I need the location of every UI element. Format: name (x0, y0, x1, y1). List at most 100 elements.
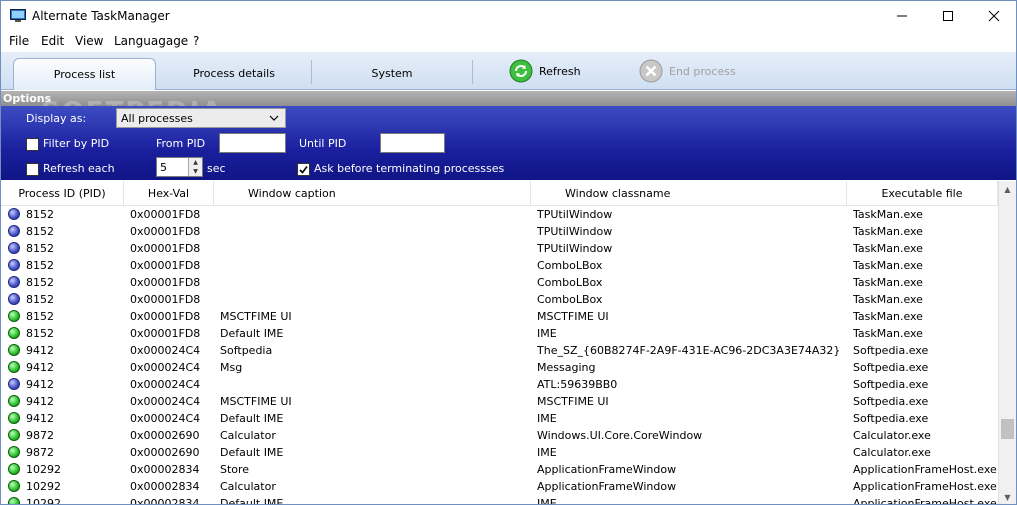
close-button[interactable] (971, 1, 1016, 31)
column-header-pid[interactable]: Process ID (PID) (1, 181, 124, 206)
table-row[interactable]: 8152 0x00001FD8 TPUtilWindow TaskMan.exe (1, 223, 998, 240)
stepper-down-icon[interactable]: ▼ (189, 167, 202, 176)
cell-exe: Softpedia.exe (853, 412, 929, 425)
refresh-button[interactable]: Refresh (509, 58, 581, 84)
column-header-hex[interactable]: Hex-Val (124, 181, 214, 206)
cell-classname: IME (537, 327, 557, 340)
process-rows: 8152 0x00001FD8 TPUtilWindow TaskMan.exe 815… (1, 206, 998, 505)
cell-hex: 0x00001FD8 (130, 276, 201, 289)
refresh-interval-stepper[interactable]: 5 ▲ ▼ (156, 157, 203, 177)
cell-caption: Default IME (220, 412, 284, 425)
table-row[interactable]: 8152 0x00001FD8 MSCTFIME UI MSCTFIME UI Task… (1, 308, 998, 325)
refresh-each-checkbox[interactable] (26, 163, 39, 176)
menu-view[interactable]: View (75, 34, 103, 48)
tab-system[interactable]: System (313, 56, 471, 90)
cell-hex: 0x000024C4 (130, 395, 201, 408)
cell-pid: 8152 (26, 310, 54, 323)
cell-caption: Store (220, 463, 250, 476)
options-panel: Display as: All processes Filter by PID … (1, 106, 1016, 180)
scroll-up-icon[interactable]: ▲ (999, 181, 1016, 198)
refresh-label: Refresh (539, 64, 581, 78)
cell-hex: 0x00002834 (130, 480, 200, 493)
table-row[interactable]: 8152 0x00001FD8 TPUtilWindow TaskMan.exe (1, 206, 998, 223)
cell-hex: 0x00001FD8 (130, 293, 201, 306)
cell-classname: ComboLBox (537, 259, 603, 272)
table-row[interactable]: 10292 0x00002834 Default IME IME Application… (1, 495, 998, 505)
display-as-select[interactable]: All processes (116, 108, 286, 128)
hidden-window-status-icon (8, 378, 20, 390)
cell-classname: ApplicationFrameWindow (537, 463, 677, 476)
cell-exe: TaskMan.exe (853, 225, 923, 238)
stepper-up-icon[interactable]: ▲ (189, 158, 202, 167)
hidden-window-status-icon (8, 242, 20, 254)
column-header-classname[interactable]: Window classname (531, 181, 847, 206)
visible-window-status-icon (8, 395, 20, 407)
tab-separator (472, 60, 473, 84)
cell-pid: 8152 (26, 293, 54, 306)
cell-hex: 0x00002690 (130, 429, 200, 442)
scroll-down-icon[interactable]: ▼ (999, 489, 1016, 504)
cell-hex: 0x00001FD8 (130, 310, 201, 323)
hidden-window-status-icon (8, 293, 20, 305)
table-row[interactable]: 9872 0x00002690 Default IME IME Calculator.e… (1, 444, 998, 461)
hidden-window-status-icon (8, 259, 20, 271)
until-pid-input[interactable] (380, 133, 445, 153)
table-row[interactable]: 9412 0x000024C4 ATL:59639BB0 Softpedia.exe (1, 376, 998, 393)
close-icon (988, 10, 1000, 22)
tab-separator (311, 60, 312, 84)
cell-caption: Default IME (220, 446, 284, 459)
column-header-exe[interactable]: Executable file (847, 181, 998, 206)
table-row[interactable]: 10292 0x00002834 Store ApplicationFrameWind… (1, 461, 998, 478)
cell-classname: IME (537, 497, 557, 505)
cell-pid: 9412 (26, 361, 54, 374)
vertical-scrollbar[interactable]: ▲ ▼ (998, 181, 1016, 504)
table-row[interactable]: 9412 0x000024C4 MSCTFIME UI MSCTFIME UI Soft… (1, 393, 998, 410)
cell-exe: Calculator.exe (853, 446, 931, 459)
cell-exe: Softpedia.exe (853, 378, 929, 391)
cell-caption: Calculator (220, 480, 276, 493)
app-monitor-icon (10, 9, 26, 22)
table-row[interactable]: 9872 0x00002690 Calculator Windows.UI.Core.… (1, 427, 998, 444)
end-process-button[interactable]: End process (639, 58, 736, 84)
tab-process-list[interactable]: Process list (13, 58, 156, 90)
visible-window-status-icon (8, 446, 20, 458)
ask-terminate-checkbox[interactable] (297, 163, 310, 176)
menu-help[interactable]: ? (193, 34, 199, 48)
process-list-view[interactable]: Process ID (PID) Hex-Val Window caption … (1, 181, 998, 505)
table-row[interactable]: 9412 0x000024C4 Default IME IME Softpedia.ex… (1, 410, 998, 427)
visible-window-status-icon (8, 412, 20, 424)
table-row[interactable]: 9412 0x000024C4 Msg Messaging Softpedia.exe (1, 359, 998, 376)
cell-exe: ApplicationFrameHost.exe (853, 463, 997, 476)
table-row[interactable]: 8152 0x00001FD8 TPUtilWindow TaskMan.exe (1, 240, 998, 257)
cell-pid: 9412 (26, 378, 54, 391)
minimize-button[interactable] (879, 1, 925, 31)
maximize-button[interactable] (925, 1, 971, 31)
filter-pid-checkbox[interactable] (26, 138, 39, 151)
tab-process-details[interactable]: Process details (159, 56, 309, 90)
table-row[interactable]: 9412 0x000024C4 Softpedia The_SZ_{60B8274F-… (1, 342, 998, 359)
table-row[interactable]: 8152 0x00001FD8 ComboLBox TaskMan.exe (1, 291, 998, 308)
ask-terminate-label: Ask before terminating processses (314, 162, 505, 175)
visible-window-status-icon (8, 463, 20, 475)
cell-hex: 0x000024C4 (130, 412, 201, 425)
menu-language[interactable]: Languagage (114, 34, 188, 48)
cell-caption: MSCTFIME UI (220, 395, 292, 408)
menu-file[interactable]: File (9, 34, 29, 48)
visible-window-status-icon (8, 480, 20, 492)
column-header-caption[interactable]: Window caption (214, 181, 531, 206)
table-row[interactable]: 8152 0x00001FD8 Default IME IME TaskMan.exe (1, 325, 998, 342)
cell-classname: ComboLBox (537, 276, 603, 289)
cell-exe: TaskMan.exe (853, 327, 923, 340)
scroll-thumb[interactable] (1001, 419, 1014, 439)
table-row[interactable]: 8152 0x00001FD8 ComboLBox TaskMan.exe (1, 274, 998, 291)
stepper-arrows[interactable]: ▲ ▼ (188, 158, 202, 176)
cell-classname: Windows.UI.Core.CoreWindow (537, 429, 703, 442)
from-pid-input[interactable] (219, 133, 286, 153)
table-row[interactable]: 8152 0x00001FD8 ComboLBox TaskMan.exe (1, 257, 998, 274)
table-row[interactable]: 10292 0x00002834 Calculator ApplicationFram… (1, 478, 998, 495)
cell-pid: 9412 (26, 412, 54, 425)
visible-window-status-icon (8, 344, 20, 356)
title-bar[interactable]: Alternate TaskManager (1, 1, 1016, 31)
menu-edit[interactable]: Edit (41, 34, 64, 48)
cell-pid: 10292 (26, 497, 61, 505)
